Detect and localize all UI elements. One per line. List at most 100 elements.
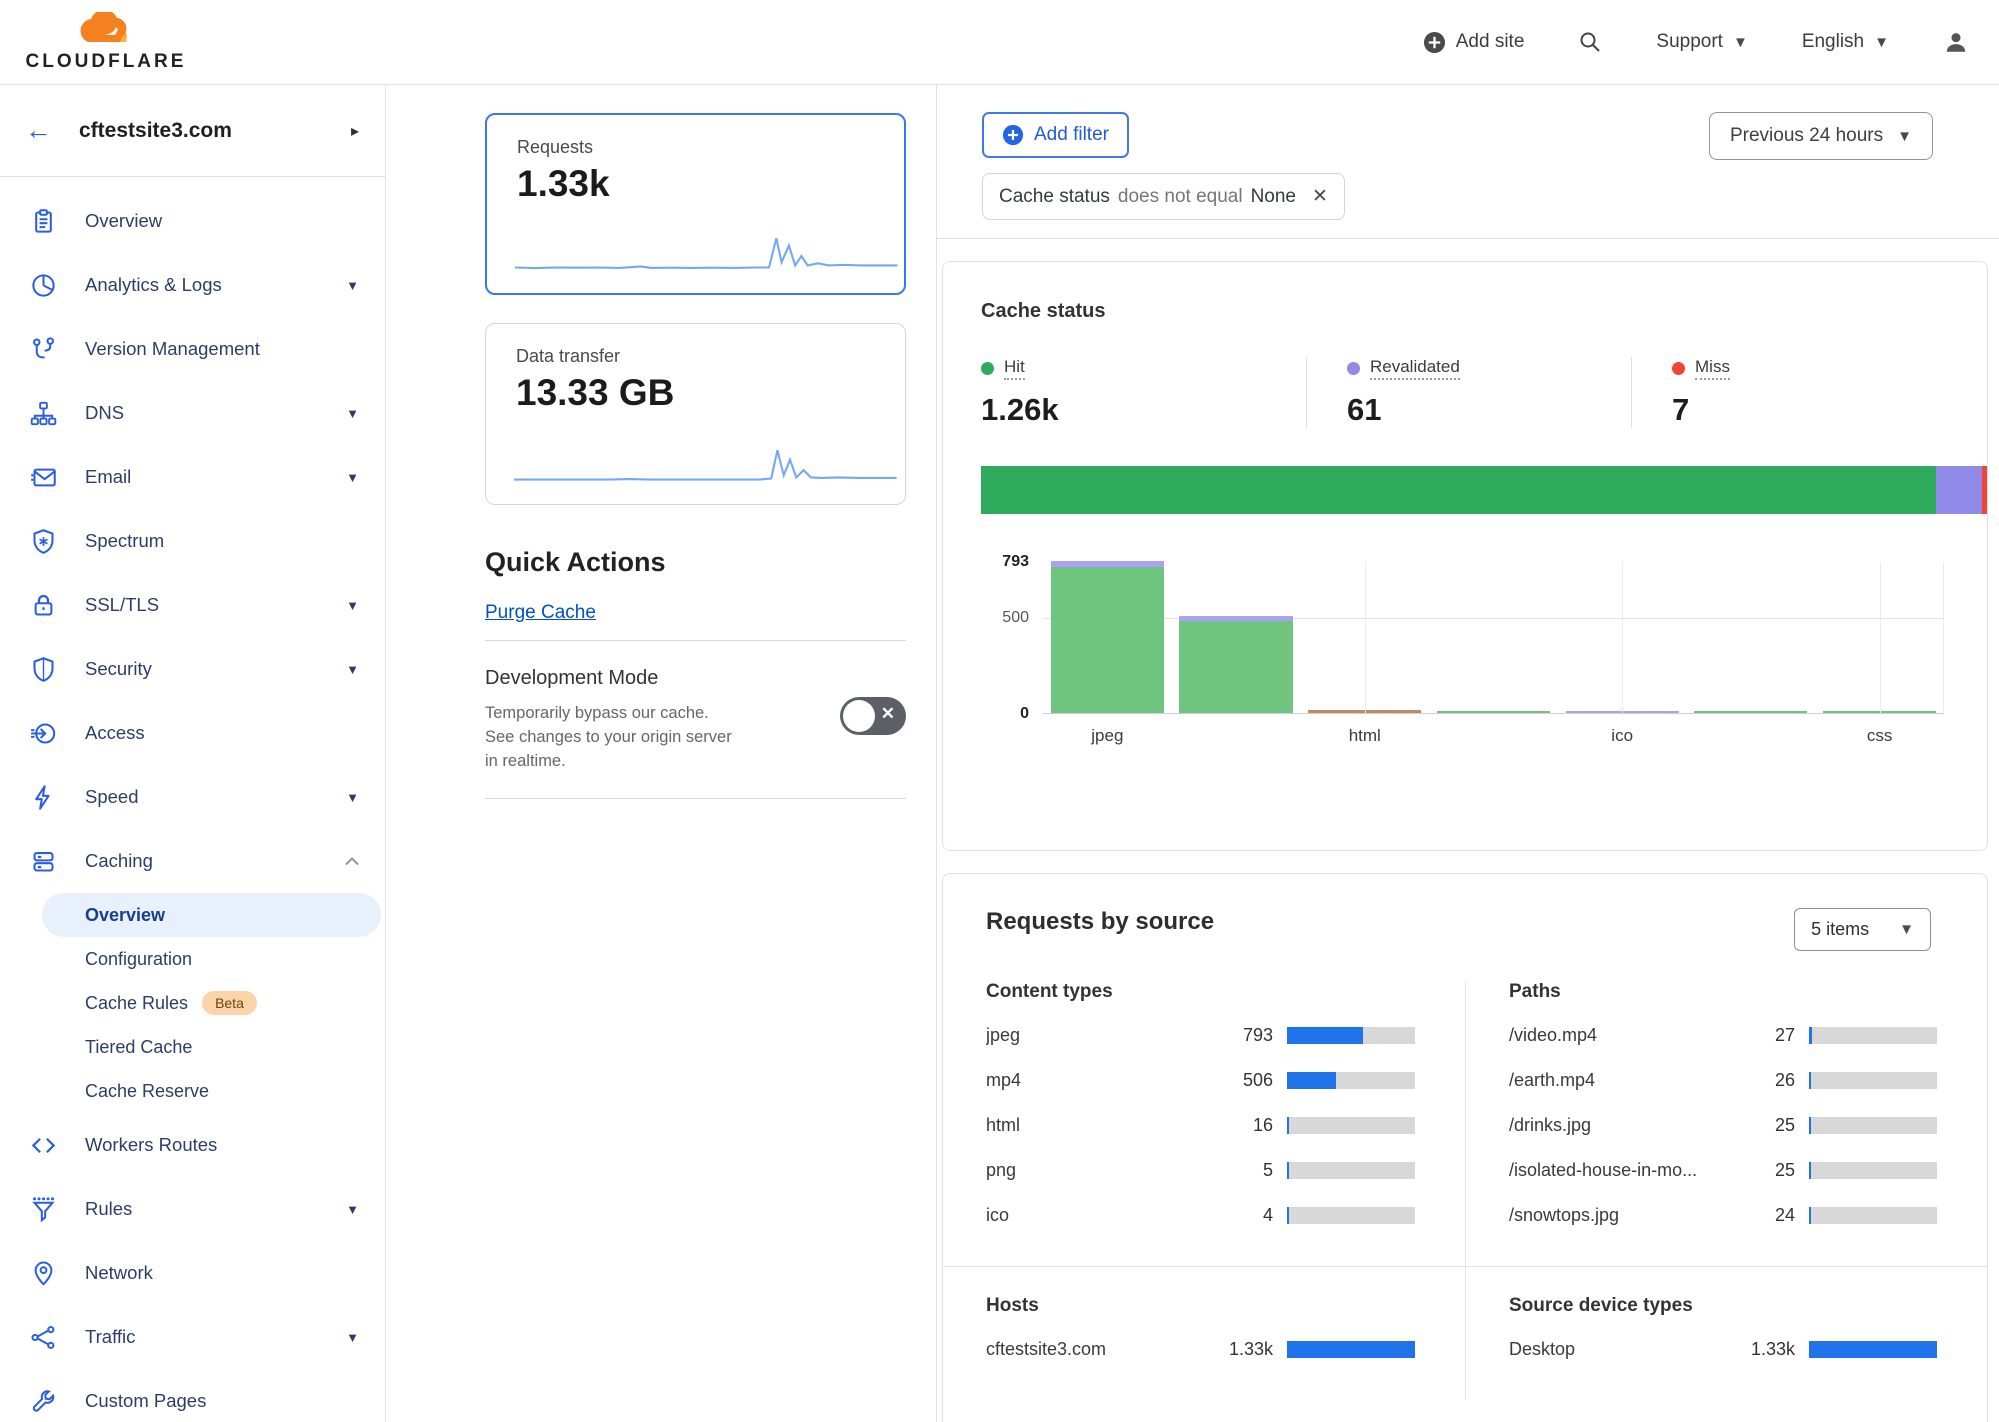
filter-chip[interactable]: Cache status does not equal None ✕ (982, 173, 1345, 220)
value-bar (1287, 1117, 1415, 1134)
development-mode-toggle[interactable]: ✕ (840, 697, 906, 735)
value-bar (1809, 1117, 1937, 1134)
cloudflare-logo[interactable]: CLOUDFLARE (22, 12, 190, 73)
sidebar-nav: Overview ▼ Analytics & Logs ▼ Version Ma… (0, 177, 385, 1422)
sidebar-item-security[interactable]: Security ▼ (0, 637, 385, 701)
back-arrow-icon[interactable]: ← (25, 117, 52, 144)
sidebar-subitem-overview[interactable]: Overview (42, 893, 381, 937)
value-bar (1809, 1341, 1937, 1358)
filter-chip-field: Cache status (999, 186, 1110, 208)
sidebar-item-access[interactable]: Access ▼ (0, 701, 385, 765)
support-label: Support (1656, 31, 1723, 53)
sidebar-item-analytics-logs[interactable]: Analytics & Logs ▼ (0, 253, 385, 317)
table-row: /earth.mp4 26 (1509, 1058, 1937, 1103)
table-row: /isolated-house-in-mo... 25 (1509, 1148, 1937, 1193)
sidebar-item-speed[interactable]: Speed ▼ (0, 765, 385, 829)
plus-circle-icon (1423, 31, 1446, 54)
chevron-down-icon: ▼ (346, 1202, 359, 1217)
clipboard-icon (30, 208, 57, 235)
traffic-icon (30, 1324, 57, 1351)
user-icon[interactable] (1943, 29, 1969, 55)
add-filter-button[interactable]: Add filter (982, 112, 1129, 158)
pin-icon (30, 1260, 57, 1287)
support-menu[interactable]: Support ▼ (1656, 31, 1747, 53)
chevron-down-icon: ▼ (1874, 34, 1889, 51)
sidebar-item-email[interactable]: Email ▼ (0, 445, 385, 509)
x-axis-label (1172, 726, 1301, 746)
sidebar-subitem-cache-rules[interactable]: Cache Rules Beta (0, 981, 385, 1025)
sidebar-item-network[interactable]: Network ▼ (0, 1241, 385, 1305)
close-icon[interactable]: ✕ (1312, 185, 1328, 208)
value-bar (1287, 1027, 1415, 1044)
site-title: cftestsite3.com (79, 119, 232, 143)
sidebar-header: ← cftestsite3.com ▸ (0, 85, 385, 177)
summary-card[interactable]: Data transfer 13.33 GB (485, 323, 906, 505)
summary-card[interactable]: Requests 1.33k (485, 113, 906, 295)
add-site-button[interactable]: Add site (1423, 31, 1525, 54)
time-range-dropdown[interactable]: Previous 24 hours ▼ (1709, 112, 1933, 160)
sidebar-subitem-tiered-cache[interactable]: Tiered Cache (0, 1025, 385, 1069)
sidebar-item-custom-pages[interactable]: Custom Pages ▼ (0, 1369, 385, 1422)
sidebar-item-spectrum[interactable]: Spectrum ▼ (0, 509, 385, 573)
sidebar-subitem-cache-reserve[interactable]: Cache Reserve (0, 1069, 385, 1113)
requests-by-source-title: Requests by source (986, 908, 1214, 936)
shield-icon (30, 656, 57, 683)
wrench-icon (30, 1388, 57, 1415)
toggle-off-x-icon: ✕ (881, 704, 895, 724)
filter-row: Add filter Previous 24 hours ▼ (982, 112, 1933, 160)
chevron-right-icon[interactable]: ▸ (351, 121, 359, 141)
sidebar-item-caching[interactable]: Caching (0, 829, 385, 893)
access-icon (30, 720, 57, 747)
language-label: English (1802, 31, 1864, 53)
development-mode-title: Development Mode (485, 667, 740, 690)
language-menu[interactable]: English ▼ (1802, 31, 1889, 53)
value-bar (1809, 1207, 1937, 1224)
purge-cache-link[interactable]: Purge Cache (485, 602, 596, 624)
chevron-down-icon: ▼ (346, 598, 359, 613)
bar-html (1300, 562, 1429, 713)
sidebar-subitem-configuration[interactable]: Configuration (0, 937, 385, 981)
table-row: html 16 (986, 1103, 1415, 1148)
lock-icon (30, 592, 57, 619)
legend-dot (1672, 362, 1685, 375)
chevron-down-icon: ▼ (346, 662, 359, 677)
table-row: mp4 506 (986, 1058, 1415, 1103)
sidebar-item-version-management[interactable]: Version Management ▼ (0, 317, 385, 381)
development-mode-row: Development Mode Temporarily bypass our … (485, 667, 906, 774)
sidebar-item-rules[interactable]: Rules ▼ (0, 1177, 385, 1241)
source-device-types-table: Source device types Desktop 1.33k (1465, 1266, 1987, 1400)
sparkline-chart (515, 233, 898, 279)
content-types-table: Content types jpeg 793 mp4 506 (943, 981, 1465, 1266)
value-bar (1287, 1207, 1415, 1224)
dns-icon (30, 400, 57, 427)
sidebar-item-ssl-tls[interactable]: SSL/TLS ▼ (0, 573, 385, 637)
chevron-up-icon (345, 854, 359, 869)
table-row: /drinks.jpg 25 (1509, 1103, 1937, 1148)
funnel-icon (30, 1196, 57, 1223)
filter-chip-value: None (1251, 186, 1296, 208)
y-axis-tick: 0 (981, 705, 1029, 723)
legend-item: Miss 7 (1631, 357, 1956, 428)
cache-status-title: Cache status (981, 300, 1987, 323)
sidebar-item-overview[interactable]: Overview ▼ (0, 189, 385, 253)
bar-ico (1558, 562, 1687, 713)
beta-badge: Beta (202, 991, 257, 1015)
value-bar (1287, 1162, 1415, 1179)
add-site-label: Add site (1456, 31, 1525, 53)
bolt-icon (30, 784, 57, 811)
search-icon[interactable] (1578, 30, 1602, 54)
x-axis-label: html (1300, 726, 1429, 746)
chevron-down-icon: ▼ (1899, 921, 1914, 938)
cloudflare-wordmark: CLOUDFLARE (26, 51, 187, 73)
table-row: /snowtops.jpg 24 (1509, 1193, 1937, 1238)
sidebar-item-dns[interactable]: DNS ▼ (0, 381, 385, 445)
sidebar-item-traffic[interactable]: Traffic ▼ (0, 1305, 385, 1369)
cache-icon (30, 848, 57, 875)
items-count-dropdown[interactable]: 5 items ▼ (1794, 908, 1931, 951)
cache-status-card: Cache status Hit 1.26k Revalidated (942, 261, 1988, 851)
sidebar-item-workers-routes[interactable]: Workers Routes ▼ (0, 1113, 385, 1177)
analytics-panel: Add filter Previous 24 hours ▼ Cache sta… (937, 85, 1999, 1422)
y-axis-tick: 500 (981, 609, 1029, 627)
chevron-down-icon: ▼ (346, 406, 359, 421)
table-row: Desktop 1.33k (1509, 1327, 1937, 1372)
